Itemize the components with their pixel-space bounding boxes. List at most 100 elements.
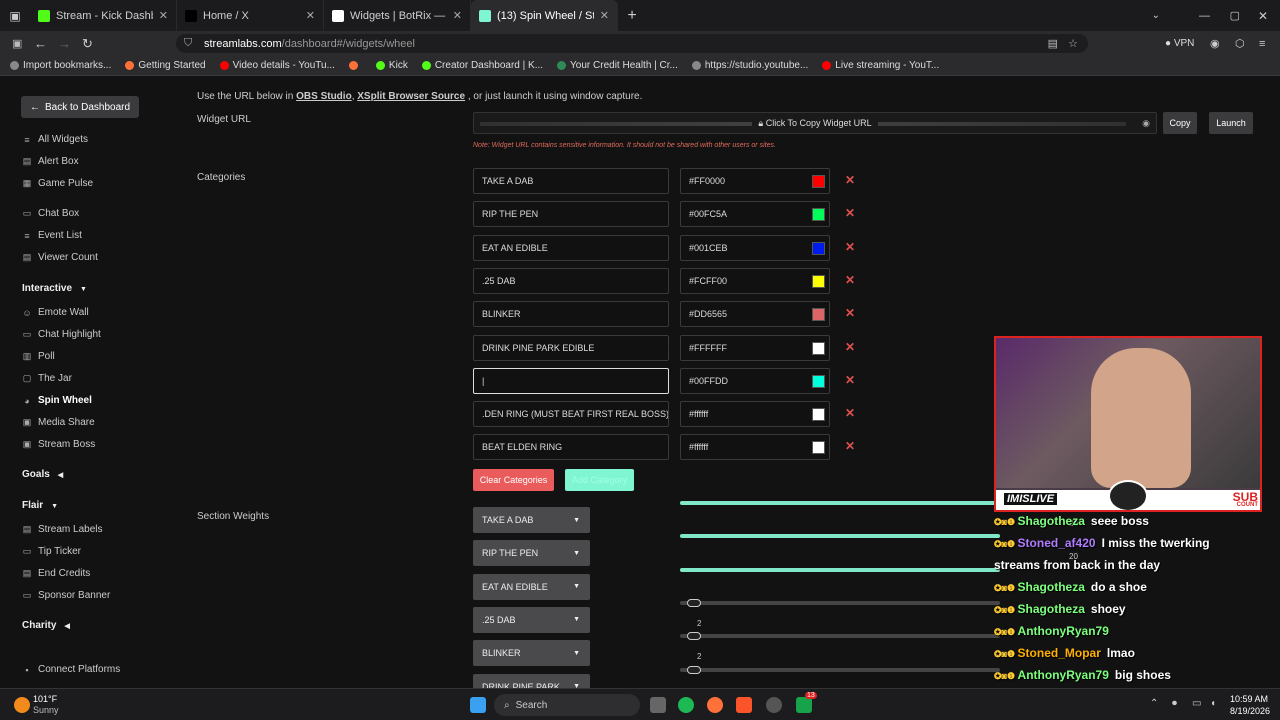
weight-category-dropdown[interactable]: RIP THE PEN ▼ — [473, 540, 590, 567]
remove-category-icon[interactable]: ✕ — [845, 306, 855, 320]
sidebar-item-poll[interactable]: ▥ Poll — [22, 351, 55, 362]
bookmark-item[interactable]: Getting Started — [125, 60, 206, 71]
sidebar-item-sponsor-banner[interactable]: ▭ Sponsor Banner — [22, 590, 111, 601]
copy-button[interactable]: Copy — [1163, 112, 1197, 134]
bookmark-item[interactable]: Kick — [375, 60, 408, 71]
remove-category-icon[interactable]: ✕ — [845, 340, 855, 354]
clock-date[interactable]: 8/19/2026 — [1230, 706, 1270, 716]
weight-category-dropdown[interactable]: EAT AN EDIBLE ▼ — [473, 573, 590, 600]
bookmark-item[interactable]: Live streaming - YouT... — [822, 60, 939, 71]
category-color-input[interactable]: #ffffff — [680, 401, 830, 428]
weight-slider-knob[interactable] — [687, 665, 701, 674]
sidebar-item-event-list[interactable]: ≡ Event List — [22, 230, 82, 241]
taskbar-search[interactable]: ⌕ Search — [494, 694, 640, 716]
tab-close-icon[interactable]: ✕ — [159, 9, 168, 22]
vpn-indicator[interactable]: ● VPN — [1165, 38, 1194, 49]
back-to-dashboard-button[interactable]: ← Back to Dashboard — [21, 96, 140, 118]
browser-tab[interactable]: Widgets | BotRix — Cloud Strea ✕ — [324, 0, 471, 31]
weight-category-dropdown[interactable]: DRINK PINE PARK ▼ — [473, 673, 590, 688]
close-window-button[interactable]: ✕ — [1258, 9, 1268, 23]
remove-category-icon[interactable]: ✕ — [845, 373, 855, 387]
tab-close-icon[interactable]: ✕ — [600, 9, 609, 22]
sidebar-item-spin-wheel[interactable]: ◕ Spin Wheel — [22, 395, 92, 406]
category-name-input[interactable]: BLINKER — [473, 301, 669, 328]
launch-button[interactable]: Launch — [1209, 112, 1253, 134]
reader-view-icon[interactable]: ▤ — [1048, 37, 1058, 50]
sidebar-toggle-icon[interactable]: ▣ — [12, 37, 22, 50]
sidebar-item-end-credits[interactable]: ▤ End Credits — [22, 568, 91, 579]
windows-start-icon[interactable] — [470, 697, 486, 713]
bookmark-item[interactable]: Video details - YouTu... — [219, 60, 335, 71]
remove-category-icon[interactable]: ✕ — [845, 173, 855, 187]
color-swatch[interactable] — [812, 374, 825, 388]
category-name-input[interactable]: BEAT ELDEN RING — [473, 434, 669, 461]
category-color-input[interactable]: #DD6565 — [680, 301, 830, 328]
category-color-input[interactable]: #001CEB — [680, 234, 830, 261]
reload-icon[interactable]: ↻ — [82, 36, 93, 52]
color-swatch[interactable] — [812, 408, 825, 422]
sidebar-item-stream-boss[interactable]: ▣ Stream Boss — [22, 439, 96, 450]
sidebar-item-emote-wall[interactable]: ☺ Emote Wall — [22, 307, 88, 318]
weight-slider-knob[interactable] — [687, 632, 701, 641]
browser-tab[interactable]: Home / X ✕ — [177, 0, 324, 31]
obs-link[interactable]: OBS Studio — [296, 91, 352, 102]
category-name-input[interactable]: | — [473, 367, 669, 394]
category-name-input[interactable]: TAKE A DAB — [473, 168, 669, 194]
xbox-icon[interactable] — [796, 697, 812, 713]
sidebar-item-media-share[interactable]: ▣ Media Share — [22, 417, 95, 428]
sidebar-section-header[interactable]: Flair ▼ — [22, 500, 58, 511]
bookmark-item[interactable]: https://studio.youtube... — [691, 60, 808, 71]
color-swatch[interactable] — [812, 241, 825, 255]
eye-icon[interactable]: ◉ — [1142, 118, 1150, 129]
task-view-icon[interactable] — [650, 697, 666, 713]
volume-icon[interactable]: ◖ — [1210, 698, 1216, 709]
weight-slider-knob[interactable] — [687, 598, 701, 607]
bookmark-item[interactable]: Import bookmarks... — [10, 60, 111, 71]
category-name-input[interactable]: DRINK PINE PARK EDIBLE — [473, 334, 669, 361]
widget-url-field[interactable]: 🔒︎ Click To Copy Widget URL ◉ — [473, 112, 1157, 134]
remove-category-icon[interactable]: ✕ — [845, 206, 855, 220]
tab-close-icon[interactable]: ✕ — [306, 9, 315, 22]
weight-slider[interactable] — [680, 534, 1000, 539]
sidebar-item-viewer-count[interactable]: ▤ Viewer Count — [22, 252, 98, 263]
sidebar-item-the-jar[interactable]: ▢ The Jar — [22, 373, 72, 384]
category-name-input[interactable]: .DEN RING (MUST BEAT FIRST REAL BOSS) — [473, 401, 669, 428]
bookmark-item[interactable]: Creator Dashboard | K... — [421, 60, 543, 71]
address-bar[interactable]: ⛉ streamlabs.com/dashboard#/widgets/whee… — [176, 34, 1088, 53]
site-info-icon[interactable]: ⛉ — [184, 37, 192, 50]
color-swatch[interactable] — [812, 175, 825, 188]
color-swatch[interactable] — [812, 274, 825, 288]
weight-slider[interactable] — [680, 634, 1000, 639]
brave-icon[interactable] — [736, 697, 752, 713]
browser-tab[interactable]: Stream - Kick Dashboard ✕ — [30, 0, 177, 31]
color-swatch[interactable] — [812, 208, 825, 222]
network-icon[interactable]: ▭ — [1192, 698, 1201, 709]
color-swatch[interactable] — [812, 441, 825, 455]
category-color-input[interactable]: #FFFFFF — [680, 334, 830, 361]
add-category-button[interactable]: Add Category — [565, 469, 634, 491]
copy-widget-url[interactable]: 🔒︎ Click To Copy Widget URL — [752, 117, 878, 129]
weight-category-dropdown[interactable]: TAKE A DAB ▼ — [473, 507, 590, 533]
weight-slider[interactable] — [680, 501, 1000, 505]
sidebar-item-alert-box[interactable]: ▤ Alert Box — [22, 156, 79, 167]
category-name-input[interactable]: EAT AN EDIBLE — [473, 234, 669, 261]
menu-icon[interactable]: ≡ — [1259, 38, 1265, 50]
category-color-input[interactable]: #FF0000 — [680, 168, 830, 194]
sidebar-item-chat-highlight[interactable]: ▭ Chat Highlight — [22, 329, 101, 340]
browser-tab[interactable]: (13) Spin Wheel / Streamlabs ✕ — [471, 0, 618, 31]
weight-category-dropdown[interactable]: BLINKER ▼ — [473, 640, 590, 667]
minimize-button[interactable]: — — [1199, 10, 1210, 22]
tab-list-chevron-icon[interactable]: ⌄ — [1152, 10, 1160, 21]
bookmark-item[interactable]: Your Credit Health | Cr... — [557, 60, 678, 71]
remove-category-icon[interactable]: ✕ — [845, 240, 855, 254]
clear-categories-button[interactable]: Clear Categories — [473, 469, 554, 491]
sidebar-item-all-widgets[interactable]: ≡ All Widgets — [22, 134, 88, 145]
sidebar-item-tip-ticker[interactable]: ▭ Tip Ticker — [22, 546, 81, 557]
bookmark-item[interactable] — [348, 61, 362, 70]
category-color-input[interactable]: #FCFF00 — [680, 267, 830, 294]
tab-overview-icon[interactable]: ▣ — [0, 9, 30, 23]
color-swatch[interactable] — [812, 341, 825, 355]
category-color-input[interactable]: #00FC5A — [680, 201, 830, 228]
sidebar-item-connect-platforms[interactable]: ▪ Connect Platforms — [22, 664, 120, 675]
sidebar-section-header[interactable]: Goals ◀ — [22, 469, 63, 480]
